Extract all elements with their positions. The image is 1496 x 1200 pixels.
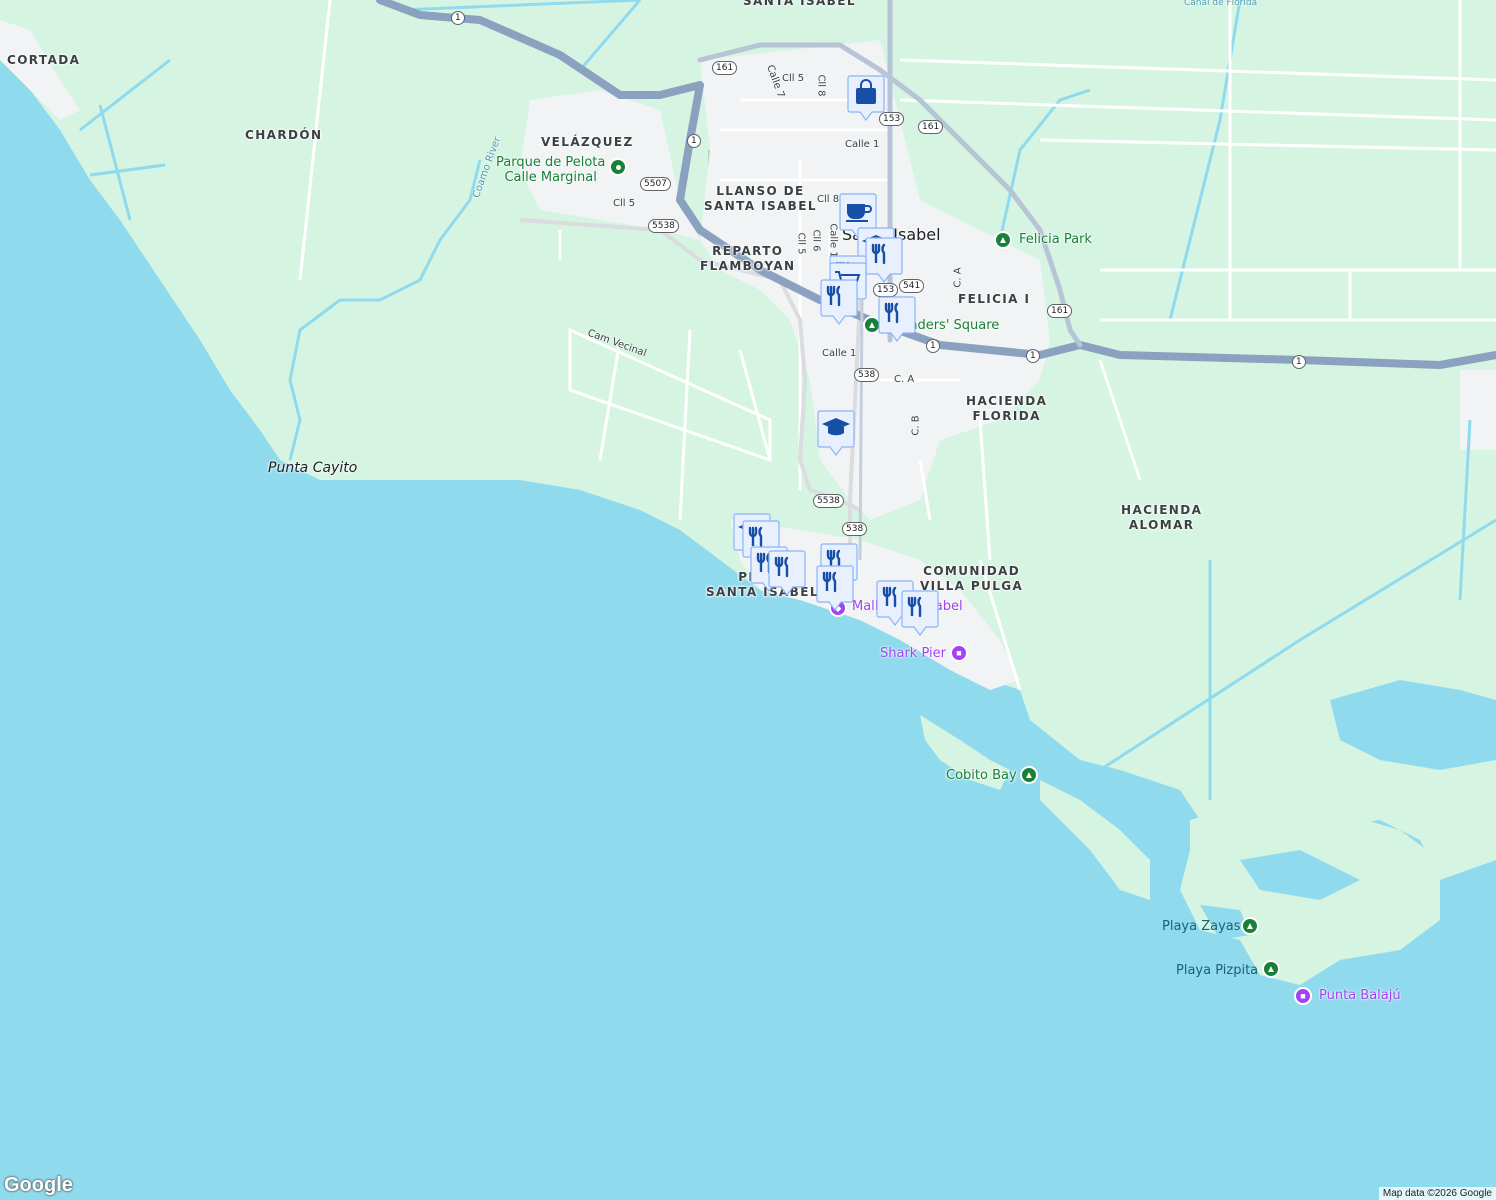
route-shield: 5507 (640, 177, 671, 191)
restaurant-icon (820, 279, 858, 325)
restaurant-marker[interactable] (865, 237, 903, 283)
area-label: SANTA ISABEL (743, 0, 856, 8)
tree-icon[interactable]: ▲ (1262, 960, 1280, 978)
tree-icon[interactable]: ▲ (1020, 766, 1038, 784)
street-label: Calle 1 (827, 223, 839, 258)
shopping-bag-icon (847, 75, 885, 121)
street-label: Cll 6 (810, 229, 822, 252)
area-label: HACIENDA FLORIDA (966, 394, 1048, 423)
place-label-punta-cayito: Punta Cayito (268, 460, 358, 476)
restaurant-icon (865, 237, 903, 283)
restaurant-marker[interactable] (768, 550, 806, 596)
area-label: FELICIA I (958, 292, 1031, 306)
urban-east (1460, 370, 1496, 450)
street-label: C. A (894, 374, 915, 385)
route-shield: 5538 (813, 494, 844, 508)
map-canvas[interactable] (0, 0, 1496, 1200)
restaurant-marker[interactable] (901, 590, 939, 636)
tree-icon[interactable]: ▲ (1241, 917, 1259, 935)
street-label: C. A (952, 267, 964, 288)
restaurant-marker[interactable] (878, 296, 916, 342)
route-shield: 1 (1026, 349, 1040, 363)
map-attribution[interactable]: Map data ©2026 Google (1378, 1187, 1496, 1200)
route-shield: 1 (1292, 355, 1306, 369)
street-label: Calle 1 (845, 139, 880, 150)
google-logo: Google (4, 1174, 73, 1196)
area-label: REPARTO FLAMBOYAN (700, 244, 796, 273)
route-shield: 153 (873, 283, 899, 297)
route-shield: 1 (926, 339, 940, 353)
highway-538 (858, 299, 864, 561)
place-label-cobito-bay[interactable]: Cobito Bay (946, 768, 1017, 783)
area-label: CORTADA (7, 53, 81, 67)
area-label: CHARDÓN (245, 128, 323, 142)
camera-icon[interactable]: ■ (1294, 987, 1312, 1005)
street-label: C. B (910, 415, 922, 436)
street-label: Cll 8 (815, 74, 827, 97)
route-shield: 538 (854, 368, 880, 382)
street-label: Cll 8 (817, 194, 840, 205)
place-pin-icon[interactable] (609, 158, 627, 176)
school-marker[interactable] (817, 410, 855, 456)
route-shield: 1 (687, 134, 701, 148)
place-label-parque[interactable]: Parque de Pelota Calle Marginal (496, 155, 605, 185)
shopping-bag-marker[interactable] (847, 75, 885, 121)
area-label: HACIENDA ALOMAR (1121, 503, 1203, 532)
place-label-shark-pier[interactable]: Shark Pier (880, 646, 946, 661)
route-shield: 161 (918, 120, 944, 134)
place-label-playa-zayas[interactable]: Playa Zayas (1162, 919, 1241, 934)
street-label: Cll 5 (613, 198, 636, 209)
tree-icon[interactable]: ▲ (994, 231, 1012, 249)
area-label: LLANSO DE SANTA ISABEL (704, 184, 817, 213)
area-label: VELÁZQUEZ (541, 135, 634, 149)
street-label: Calle 1 (822, 348, 857, 359)
school-icon (817, 410, 855, 456)
place-label-felicia-park[interactable]: Felicia Park (1019, 232, 1092, 247)
route-shield: 5538 (648, 219, 679, 233)
route-shield: 161 (712, 61, 738, 75)
canal-label: Canal de Florida (1184, 0, 1258, 8)
camera-icon[interactable]: ■ (950, 644, 968, 662)
restaurant-icon (816, 565, 854, 611)
restaurant-icon (878, 296, 916, 342)
restaurant-icon (901, 590, 939, 636)
street-label: Cll 5 (782, 73, 805, 84)
route-shield: 538 (842, 522, 868, 536)
street-label: Cll 5 (795, 232, 807, 255)
place-label-punta-balaju[interactable]: Punta Balajú (1319, 988, 1401, 1003)
route-shield: 161 (1047, 304, 1073, 318)
restaurant-marker[interactable] (816, 565, 854, 611)
route-shield: 1 (451, 11, 465, 25)
restaurant-icon (768, 550, 806, 596)
place-label-playa-pizpita[interactable]: Playa Pizpita (1176, 963, 1258, 978)
restaurant-marker[interactable] (820, 279, 858, 325)
